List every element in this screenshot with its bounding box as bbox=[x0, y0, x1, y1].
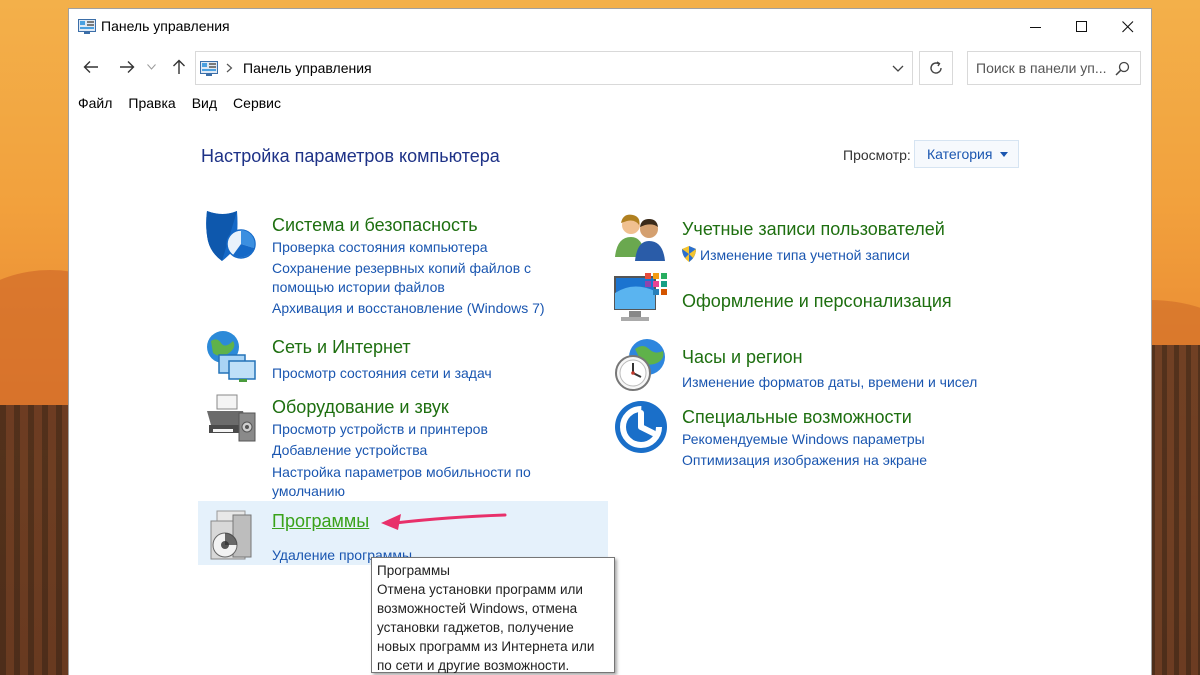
tooltip-title: Программы bbox=[377, 563, 450, 578]
users-icon bbox=[615, 214, 665, 261]
accessibility-icon bbox=[615, 401, 667, 453]
menu-view[interactable]: Вид bbox=[184, 95, 225, 115]
category-title[interactable]: Специальные возможности bbox=[682, 407, 912, 428]
category-title[interactable]: Учетные записи пользователей bbox=[682, 219, 945, 240]
link-check-status[interactable]: Проверка состояния компьютера bbox=[272, 237, 488, 257]
title-bar[interactable]: Панель управления bbox=[69, 9, 1151, 45]
minimize-icon bbox=[1030, 27, 1041, 28]
control-panel-window: Панель управления Панель управления Поис… bbox=[68, 8, 1152, 675]
refresh-icon bbox=[930, 61, 942, 74]
programs-tooltip: Программы Отмена установки программ или … bbox=[371, 557, 615, 673]
search-input[interactable] bbox=[976, 60, 1116, 76]
address-path[interactable]: Панель управления bbox=[243, 60, 372, 76]
link-file-history-cont[interactable]: помощью истории файлов bbox=[272, 277, 445, 297]
arrow-left-icon bbox=[83, 61, 98, 73]
category-title[interactable]: Сеть и Интернет bbox=[272, 337, 411, 358]
clock-globe-icon bbox=[615, 339, 665, 391]
link-mobility-settings-cont[interactable]: умолчанию bbox=[272, 481, 345, 501]
network-icon bbox=[207, 331, 256, 382]
annotation-arrow bbox=[381, 513, 507, 530]
link-change-account-type[interactable]: Изменение типа учетной записи bbox=[700, 245, 910, 265]
navigation-bar: Панель управления bbox=[69, 49, 1151, 85]
chevron-down-icon bbox=[146, 64, 156, 70]
search-box[interactable] bbox=[967, 51, 1141, 85]
search-icon[interactable] bbox=[1115, 61, 1130, 76]
background-forest bbox=[0, 405, 70, 675]
forward-button[interactable] bbox=[113, 49, 141, 85]
link-backup-restore[interactable]: Архивация и восстановление (Windows 7) bbox=[272, 298, 545, 318]
tooltip-body: Отмена установки программ или возможност… bbox=[377, 582, 595, 673]
close-button[interactable] bbox=[1105, 9, 1151, 45]
category-title[interactable]: Система и безопасность bbox=[272, 215, 478, 236]
chevron-down-icon[interactable] bbox=[890, 60, 906, 76]
background-forest bbox=[1150, 345, 1200, 675]
link-file-history[interactable]: Сохранение резервных копий файлов с bbox=[272, 258, 531, 278]
link-add-device[interactable]: Добавление устройства bbox=[272, 440, 427, 460]
link-optimize-display[interactable]: Оптимизация изображения на экране bbox=[682, 450, 927, 470]
control-panel-icon bbox=[78, 19, 96, 34]
page-title: Настройка параметров компьютера bbox=[201, 146, 500, 166]
arrow-right-icon bbox=[120, 61, 135, 73]
printer-icon bbox=[207, 394, 256, 442]
caret-down-icon bbox=[1000, 151, 1009, 157]
up-button[interactable] bbox=[165, 49, 193, 85]
menu-tools[interactable]: Сервис bbox=[225, 95, 289, 115]
programs-icon bbox=[210, 510, 252, 560]
uac-shield-icon bbox=[682, 246, 696, 262]
arrow-up-icon bbox=[173, 59, 185, 74]
link-recommended-settings[interactable]: Рекомендуемые Windows параметры bbox=[682, 429, 925, 449]
link-mobility-settings[interactable]: Настройка параметров мобильности по bbox=[272, 462, 531, 482]
link-devices-printers[interactable]: Просмотр устройств и принтеров bbox=[272, 419, 488, 439]
maximize-button[interactable] bbox=[1059, 9, 1105, 45]
shield-icon bbox=[206, 211, 256, 261]
maximize-icon bbox=[1076, 21, 1087, 32]
menu-bar: Файл Правка Вид Сервис bbox=[69, 95, 289, 115]
view-mode-dropdown[interactable]: Категория bbox=[914, 140, 1019, 168]
minimize-button[interactable] bbox=[1013, 9, 1059, 45]
window-title: Панель управления bbox=[101, 18, 230, 34]
category-title[interactable]: Оборудование и звук bbox=[272, 397, 449, 418]
control-panel-icon bbox=[200, 60, 218, 76]
link-date-formats[interactable]: Изменение форматов даты, времени и чисел bbox=[682, 372, 977, 392]
personalization-icon bbox=[614, 273, 667, 321]
category-title[interactable]: Оформление и персонализация bbox=[682, 291, 952, 312]
menu-edit[interactable]: Правка bbox=[120, 95, 183, 115]
view-label: Просмотр: bbox=[843, 147, 911, 163]
refresh-button[interactable] bbox=[919, 51, 953, 85]
address-bar[interactable]: Панель управления bbox=[195, 51, 913, 85]
menu-file[interactable]: Файл bbox=[69, 95, 120, 115]
category-title[interactable]: Часы и регион bbox=[682, 347, 803, 368]
link-network-status[interactable]: Просмотр состояния сети и задач bbox=[272, 363, 492, 383]
back-button[interactable] bbox=[77, 49, 105, 85]
view-mode-value[interactable]: Категория bbox=[927, 146, 992, 162]
chevron-right-icon[interactable] bbox=[226, 63, 233, 73]
recent-locations-button[interactable] bbox=[143, 49, 159, 85]
close-icon bbox=[1122, 21, 1134, 33]
category-title[interactable]: Программы bbox=[272, 511, 369, 532]
